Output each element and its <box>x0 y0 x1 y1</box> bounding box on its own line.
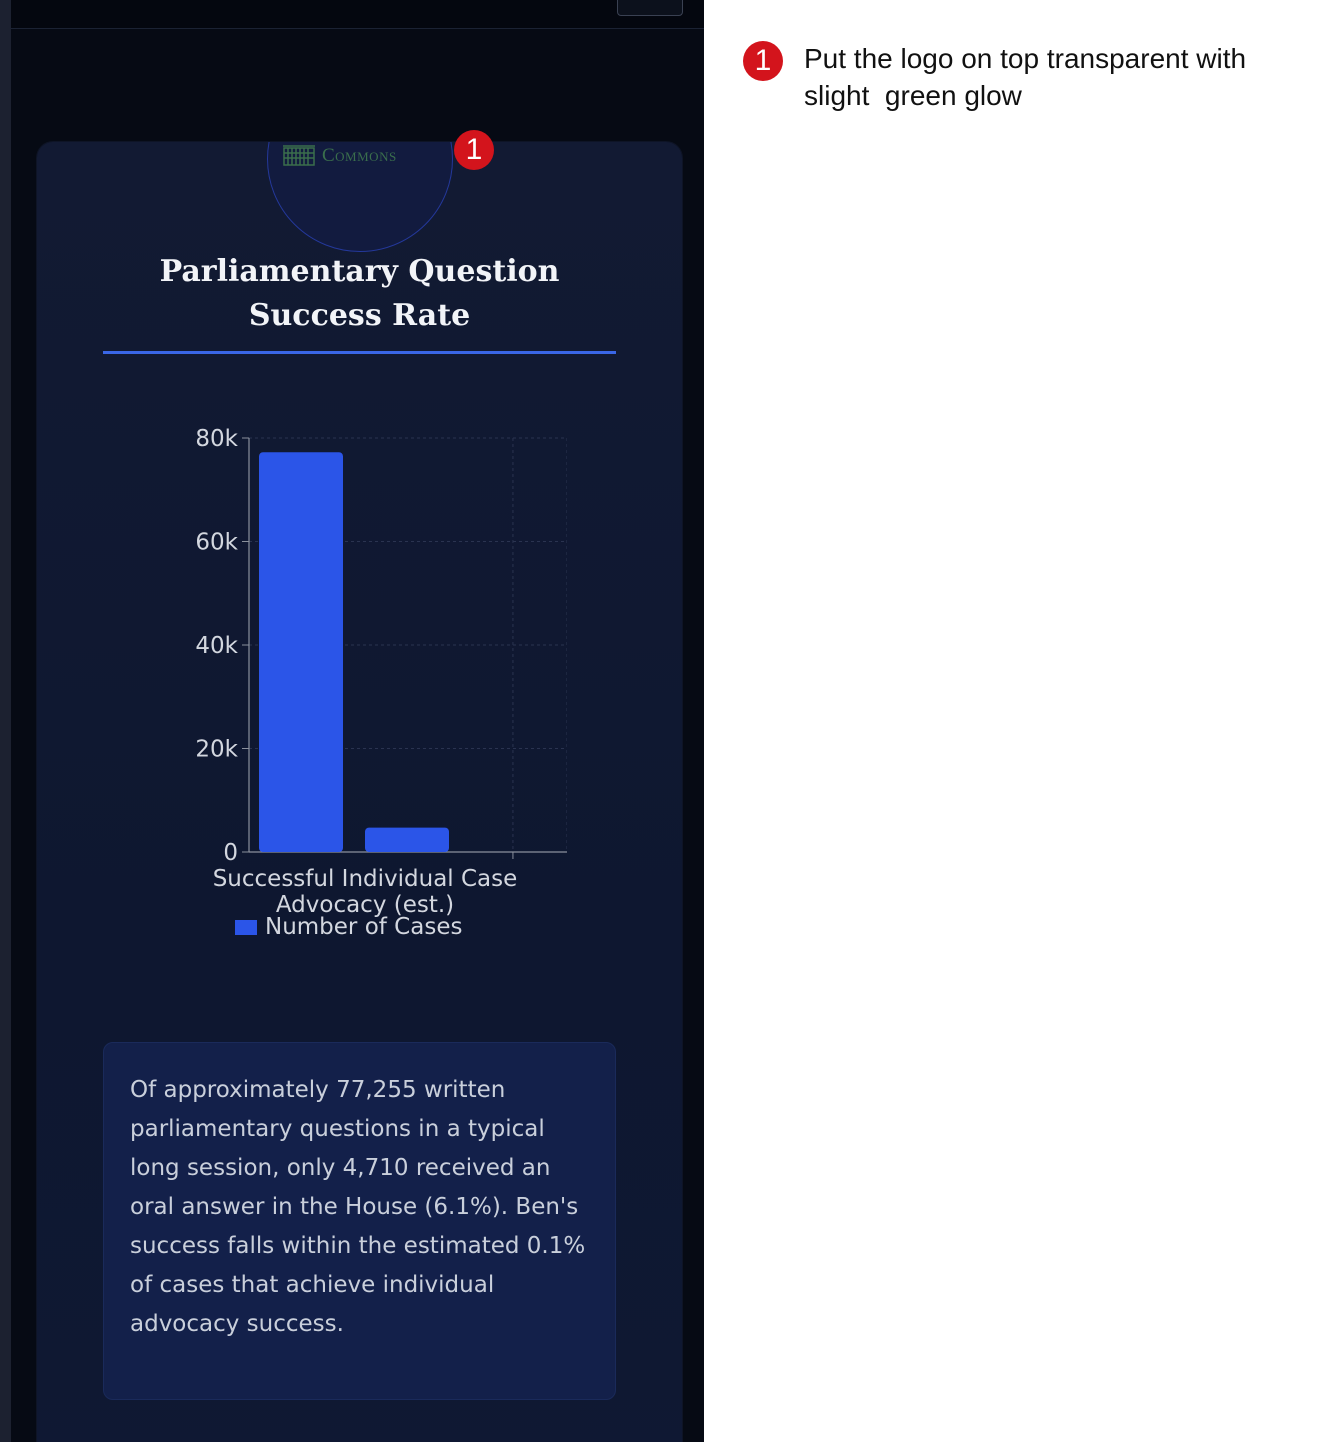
phone-edge <box>0 0 11 1442</box>
y-tick-label: 80k <box>195 426 238 452</box>
comment-marker: 1 <box>743 41 783 81</box>
y-tick-label: 0 <box>223 840 238 866</box>
legend-swatch[interactable] <box>235 920 257 935</box>
card-title: Parliamentary Question Success Rate <box>159 254 560 333</box>
legend-label[interactable]: Number of Cases <box>265 914 462 940</box>
commons-logo: Commons <box>283 142 443 170</box>
statistics-note: Of approximately 77,255 written parliame… <box>103 1042 616 1400</box>
title-underline <box>103 351 616 354</box>
chart-y-ticks: 0 20k 40k 60k 80k <box>195 426 238 866</box>
statistics-note-text: Of approximately 77,255 written parliame… <box>130 1077 586 1337</box>
phone-screen: Commons Parliamentary Question Success R… <box>0 0 704 1442</box>
annotation-marker[interactable]: 1 <box>454 130 494 170</box>
bar <box>259 452 343 852</box>
logo-text: Commons <box>322 145 397 166</box>
success-rate-card: Commons Parliamentary Question Success R… <box>37 142 682 1442</box>
x-category-label-line-1: Successful Individual Case <box>213 866 518 892</box>
annotation-comment: Put the logo on top transparent with sli… <box>804 43 1254 111</box>
y-tick-label: 20k <box>195 737 238 763</box>
portcullis-icon <box>283 145 315 166</box>
chart-bars <box>259 452 449 852</box>
top-bar <box>11 0 704 29</box>
success-rate-bar-chart: 0 20k 40k 60k 80k Successful Individual Case… <box>195 426 567 940</box>
y-tick-label: 40k <box>195 633 238 659</box>
bar <box>365 827 449 852</box>
y-tick-label: 60k <box>195 530 238 556</box>
top-bar-button[interactable] <box>617 0 683 16</box>
